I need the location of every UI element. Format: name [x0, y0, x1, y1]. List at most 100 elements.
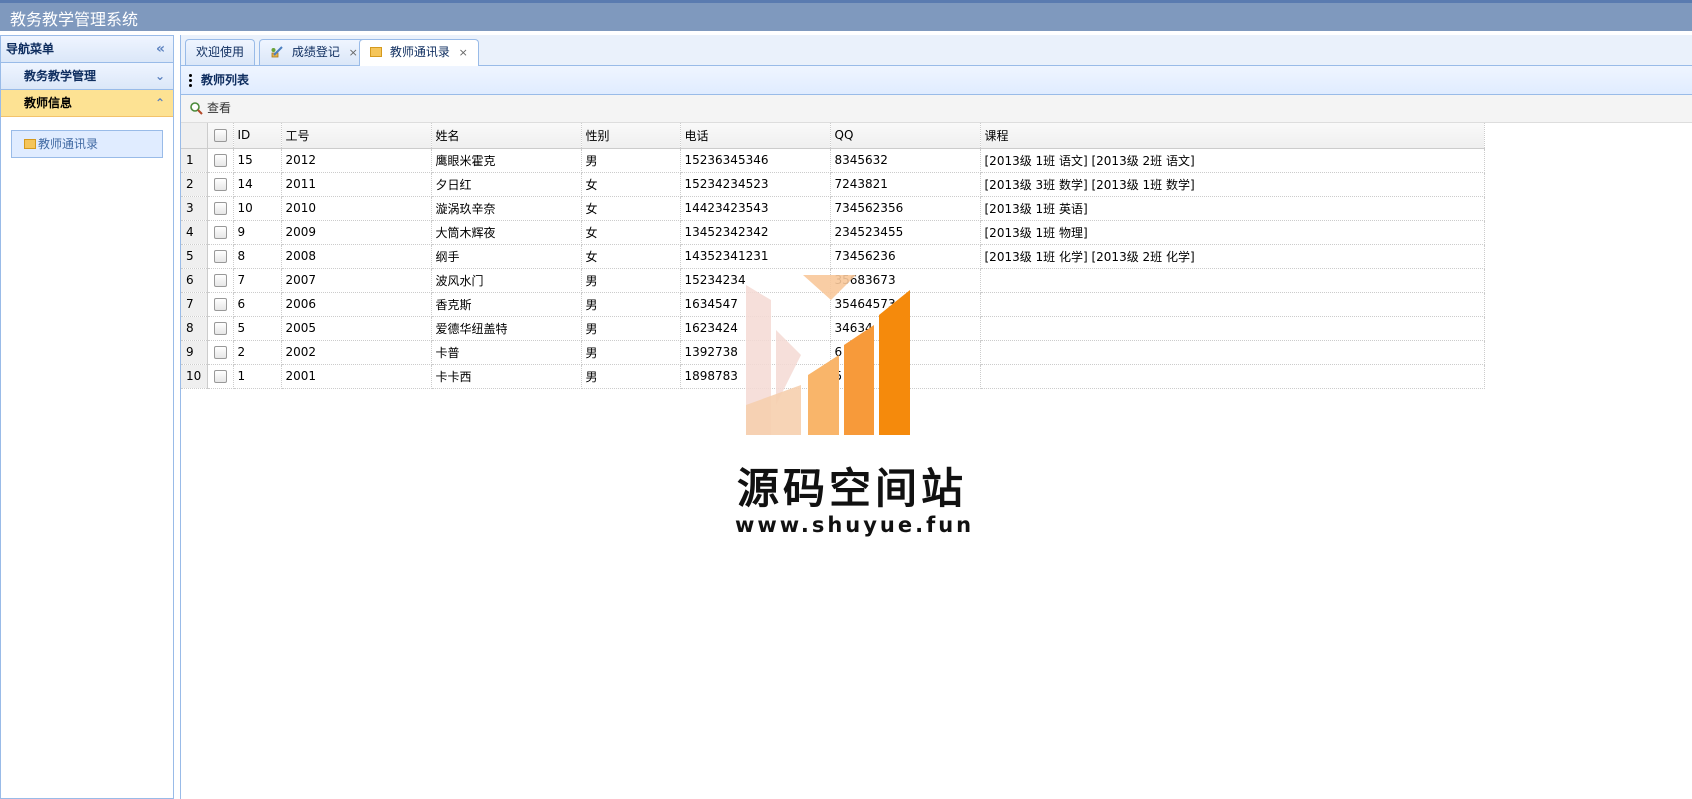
- table-cell-course: [2013级 1班 物理]: [980, 220, 1485, 245]
- column-header[interactable]: ID: [233, 123, 282, 149]
- tab-label: 教师通讯录: [389, 45, 450, 59]
- folder-icon: [370, 47, 382, 57]
- nav-link-teacher-contacts[interactable]: 教师通讯录: [11, 130, 163, 158]
- table-cell-id: 10: [233, 196, 282, 221]
- table-cell-name: 夕日红: [431, 172, 582, 197]
- row-checkbox[interactable]: [207, 292, 234, 317]
- row-checkbox[interactable]: [207, 268, 234, 293]
- table-row[interactable]: 4 9 2009 大筒木辉夜女 13452342342 234523455 [2013级 1…: [181, 220, 1485, 245]
- table-cell-no: 2005: [281, 316, 432, 341]
- table-cell-id: 2: [233, 340, 282, 365]
- row-number: 10: [181, 364, 208, 389]
- tab-label: 欢迎使用: [196, 45, 245, 59]
- table-cell-course: [2013级 1班 化学] [2013级 2班 化学]: [980, 244, 1485, 269]
- table-cell-phone: 13452342342: [680, 220, 831, 245]
- row-number: 2: [181, 172, 208, 197]
- column-header[interactable]: 课程: [980, 123, 1485, 149]
- row-number: 6: [181, 268, 208, 293]
- table-cell-course: [980, 316, 1485, 341]
- column-header[interactable]: 姓名: [431, 123, 582, 149]
- table-row[interactable]: 1 15 2012 鹰眼米霍克男 15236345346 8345632 [2013级 1班…: [181, 148, 1485, 173]
- chevron-double-up-icon[interactable]: ⌃: [155, 90, 165, 116]
- table-cell-phone: 15236345346: [680, 148, 831, 173]
- column-header[interactable]: 性别: [581, 123, 681, 149]
- table-cell-id: 14: [233, 172, 282, 197]
- table-cell-phone: 15234234523: [680, 172, 831, 197]
- nav-link-label: 教师通讯录: [38, 137, 99, 151]
- table-cell-sex: 男: [581, 316, 681, 341]
- table-cell-sex: 男: [581, 364, 681, 389]
- table-cell-course: [980, 268, 1485, 293]
- panel-header: 教师列表: [181, 66, 1692, 95]
- row-checkbox[interactable]: [207, 244, 234, 269]
- row-number: 7: [181, 292, 208, 317]
- chevron-double-down-icon[interactable]: ⌄: [155, 63, 165, 89]
- tab-teacher-contacts[interactable]: 教师通讯录 ×: [359, 39, 479, 66]
- table-cell-sex: 男: [581, 268, 681, 293]
- accordion-label: 教师信息: [24, 96, 73, 110]
- search-icon: [190, 102, 203, 115]
- table-cell-name: 卡卡西: [431, 364, 582, 389]
- table-cell-no: 2011: [281, 172, 432, 197]
- table-cell-no: 2002: [281, 340, 432, 365]
- table-cell-no: 2008: [281, 244, 432, 269]
- row-number: 9: [181, 340, 208, 365]
- row-checkbox[interactable]: [207, 340, 234, 365]
- select-all-checkbox[interactable]: [207, 123, 234, 149]
- app-header: 教务教学管理系统: [0, 0, 1692, 31]
- accordion-teacher-info[interactable]: 教师信息 ⌃: [1, 90, 173, 117]
- watermark-logo-icon: [746, 275, 910, 435]
- drag-handle-icon: [189, 72, 193, 89]
- table-cell-course: [2013级 3班 数学] [2013级 1班 数学]: [980, 172, 1485, 197]
- table-cell-no: 2007: [281, 268, 432, 293]
- row-checkbox[interactable]: [207, 148, 234, 173]
- table-cell-name: 爱德华纽盖特: [431, 316, 582, 341]
- column-header[interactable]: 工号: [281, 123, 432, 149]
- row-checkbox[interactable]: [207, 172, 234, 197]
- table-row[interactable]: 2 14 2011 夕日红女 15234234523 7243821 [2013级 3班 数…: [181, 172, 1485, 197]
- main-panel: 欢迎使用 成绩登记 × 教师通讯录 × 教师列表 查看 ID 工号 姓名 性别 …: [180, 35, 1692, 799]
- panel-title: 教师列表: [201, 73, 250, 87]
- row-number: 3: [181, 196, 208, 221]
- table-cell-name: 波风水门: [431, 268, 582, 293]
- column-header[interactable]: 电话: [680, 123, 831, 149]
- table-cell-sex: 女: [581, 244, 681, 269]
- row-checkbox[interactable]: [207, 364, 234, 389]
- table-cell-phone: 14423423543: [680, 196, 831, 221]
- table-cell-qq: 8345632: [830, 148, 981, 173]
- sidebar-header: 导航菜单 «: [1, 36, 173, 63]
- watermark-text: 源码空间站: [737, 464, 968, 513]
- accordion-academic[interactable]: 教务教学管理 ⌄: [1, 63, 173, 90]
- column-header[interactable]: QQ: [830, 123, 981, 149]
- table-cell-course: [980, 340, 1485, 365]
- table-cell-id: 6: [233, 292, 282, 317]
- table-row[interactable]: 3 10 2010 漩涡玖辛奈女 14423423543 734562356 [2013级 …: [181, 196, 1485, 221]
- tab-label: 成绩登记: [291, 45, 340, 59]
- close-icon[interactable]: ×: [459, 46, 468, 59]
- row-checkbox[interactable]: [207, 196, 234, 221]
- sidebar-title: 导航菜单: [6, 42, 55, 56]
- view-button[interactable]: 查看: [189, 101, 231, 115]
- table-cell-course: [980, 364, 1485, 389]
- table-cell-name: 纲手: [431, 244, 582, 269]
- table-cell-id: 1: [233, 364, 282, 389]
- sidebar: 导航菜单 « 教务教学管理 ⌄ 教师信息 ⌃ 教师通讯录: [0, 35, 174, 799]
- collapse-left-icon[interactable]: «: [156, 36, 165, 62]
- table-cell-qq: 734562356: [830, 196, 981, 221]
- accordion-body: 教师通讯录: [1, 117, 173, 171]
- row-number: 4: [181, 220, 208, 245]
- tab-welcome[interactable]: 欢迎使用: [185, 39, 256, 65]
- row-checkbox[interactable]: [207, 220, 234, 245]
- table-cell-name: 卡普: [431, 340, 582, 365]
- row-checkbox[interactable]: [207, 316, 234, 341]
- watermark-url: www.shuyue.fun: [735, 513, 975, 537]
- table-cell-name: 鹰眼米霍克: [431, 148, 582, 173]
- table-cell-id: 5: [233, 316, 282, 341]
- table-cell-course: [2013级 1班 语文] [2013级 2班 语文]: [980, 148, 1485, 173]
- table-cell-no: 2009: [281, 220, 432, 245]
- close-icon[interactable]: ×: [349, 46, 358, 59]
- tab-grade-entry[interactable]: 成绩登记 ×: [259, 39, 369, 65]
- table-cell-no: 2006: [281, 292, 432, 317]
- row-number: 1: [181, 148, 208, 173]
- pencil-icon: [271, 46, 283, 58]
